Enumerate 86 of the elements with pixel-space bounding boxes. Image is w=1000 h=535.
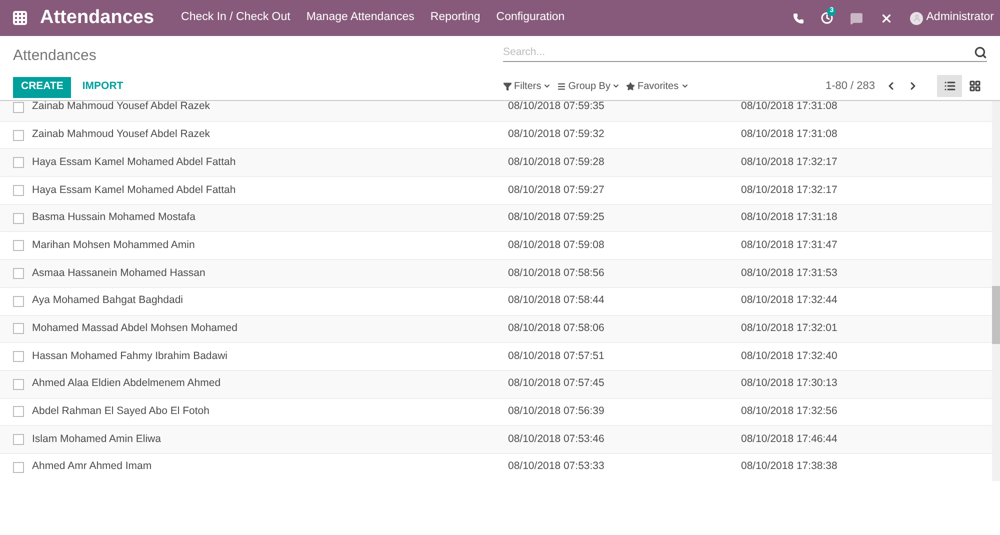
employee-cell-text: Marihan Mohsen Mohammed Amin [32, 238, 196, 253]
employee-cell-text: Basma Hussain Mohamed Mostafa [32, 210, 196, 226]
scrollbar[interactable] [992, 101, 1000, 481]
row-checkbox[interactable] [13, 130, 24, 141]
app-title: Attendances [40, 6, 154, 30]
breadcrumb-title: Attendances [13, 46, 98, 66]
activity-icon[interactable] [821, 12, 834, 24]
pager-value[interactable]: 1-80 / 283 [825, 78, 875, 94]
check-out-cell-text: 08/10/2018 17:31:53 [741, 266, 838, 281]
check-out-cell-text: 08/10/2018 17:32:17 [741, 182, 838, 198]
row-checkbox[interactable] [13, 351, 24, 362]
grid-icon [968, 80, 980, 92]
employee-cell-text: Hassan Mohamed Fahmy Ibrahim Badawi [32, 348, 229, 364]
apps-menu-icon[interactable] [12, 10, 28, 26]
check-in-cell-text: 08/10/2018 07:59:08 [508, 238, 606, 253]
check-in-cell-text: 08/10/2018 07:53:46 [508, 432, 606, 447]
check-in-cell-text: 08/10/2018 07:59:27 [508, 182, 606, 198]
caret-icon [612, 82, 620, 90]
check-out-cell-text: 08/10/2018 17:31:47 [741, 238, 838, 253]
create-button[interactable]: CREATE [13, 76, 72, 98]
list-icon [557, 82, 566, 90]
check-out-cell-text: 08/10/2018 17:46:44 [741, 432, 838, 447]
employee-cell-text: Zainab Mahmoud Yousef Abdel Razek [32, 127, 212, 142]
check-in-cell-text: 08/10/2018 07:58:06 [508, 320, 606, 336]
menu-item[interactable]: Check In / Check Out [181, 9, 290, 27]
search-option-dropdown[interactable]: Favorites [626, 78, 689, 94]
check-in-cell-text: 08/10/2018 07:53:33 [508, 459, 606, 474]
row-checkbox[interactable] [13, 212, 24, 224]
check-in-cell-text: 08/10/2018 07:59:35 [508, 101, 606, 114]
import-button[interactable]: IMPORT [82, 79, 124, 95]
search-field[interactable]: Search... [503, 43, 974, 61]
check-in-cell-text: 08/10/2018 07:57:51 [508, 348, 606, 364]
row-checkbox[interactable] [13, 240, 24, 252]
check-out-cell-text: 08/10/2018 17:32:01 [741, 320, 838, 336]
check-out-cell-text: 08/10/2018 17:32:17 [741, 154, 838, 170]
check-out-cell-text: 08/10/2018 17:32:44 [741, 293, 838, 308]
row-checkbox[interactable] [13, 434, 24, 446]
employee-cell-text: Mohamed Massad Abdel Mohsen Mohamed [32, 320, 238, 336]
employee-cell-text: Haya Essam Kamel Mohamed Abdel Fattah [32, 154, 237, 170]
check-in-cell-text: 08/10/2018 07:59:28 [508, 154, 606, 170]
check-in-cell-text: 08/10/2018 07:56:39 [508, 404, 606, 420]
chat-icon[interactable] [850, 12, 864, 24]
row-checkbox[interactable] [13, 462, 24, 473]
employee-cell-text: Haya Essam Kamel Mohamed Abdel Fattah [32, 182, 237, 198]
check-out-cell-text: 08/10/2018 17:32:40 [741, 348, 838, 364]
row-checkbox[interactable] [13, 102, 24, 113]
menu-item[interactable]: Manage Attendances [306, 9, 414, 27]
employee-cell-text: Abdel Rahman El Sayed Abo El Fotoh [32, 404, 210, 420]
row-checkbox[interactable] [13, 378, 24, 390]
check-in-cell-text: 08/10/2018 07:59:25 [508, 210, 606, 226]
check-out-cell-text: 08/10/2018 17:31:18 [741, 210, 838, 226]
user-name[interactable]: Administrator [926, 9, 994, 27]
row-checkbox[interactable] [13, 406, 24, 418]
check-out-cell-text: 08/10/2018 17:32:56 [741, 404, 838, 420]
menu-item[interactable]: Configuration [496, 9, 565, 27]
search-option-dropdown[interactable]: Filters [503, 78, 552, 94]
check-in-cell-text: 08/10/2018 07:58:56 [508, 266, 606, 281]
employee-cell-text: Islam Mohamed Amin Eliwa [32, 432, 162, 447]
row-checkbox[interactable] [13, 184, 24, 196]
list-view-button[interactable] [937, 75, 962, 97]
employee-cell-text: Asmaa Hassanein Mohamed Hassan [32, 266, 206, 281]
check-out-cell-text: 08/10/2018 17:31:08 [741, 101, 838, 114]
employee-cell-text: Zainab Mahmoud Yousef Abdel Razek [32, 101, 212, 114]
check-out-cell-text: 08/10/2018 17:31:08 [741, 127, 838, 142]
list-icon [944, 80, 956, 92]
row-checkbox[interactable] [13, 157, 24, 168]
search-icon[interactable] [974, 46, 987, 58]
star-icon [626, 82, 636, 90]
phone-icon[interactable] [793, 12, 804, 24]
caret-icon [543, 82, 552, 90]
row-checkbox[interactable] [13, 296, 24, 307]
check-in-cell-text: 08/10/2018 07:58:44 [508, 293, 606, 308]
employee-cell-text: Aya Mohamed Bahgat Baghdadi [32, 293, 184, 308]
row-checkbox[interactable] [13, 323, 24, 334]
employee-cell-text: Ahmed Amr Ahmed Imam [32, 459, 153, 474]
check-in-cell-text: 08/10/2018 07:57:45 [508, 376, 606, 392]
check-out-cell-text: 08/10/2018 17:30:13 [741, 376, 838, 392]
search-option-dropdown[interactable]: Group By [557, 78, 620, 94]
row-checkbox[interactable] [13, 268, 24, 279]
check-in-cell-text: 08/10/2018 07:59:32 [508, 127, 606, 142]
caret-icon [680, 82, 689, 90]
check-out-cell-text: 08/10/2018 17:38:38 [741, 459, 838, 474]
menu-item[interactable]: Reporting [430, 9, 480, 27]
user-avatar[interactable] [910, 12, 924, 24]
filter-icon [503, 82, 512, 90]
employee-cell-text: Ahmed Alaa Eldien Abdelmenem Ahmed [32, 376, 222, 392]
